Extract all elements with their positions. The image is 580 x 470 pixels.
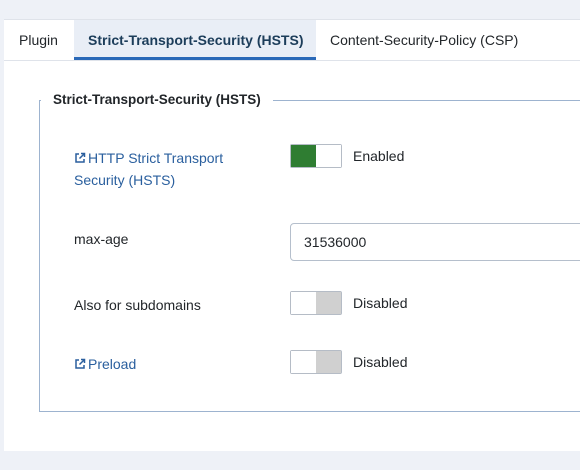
toggle-off-half [316, 292, 341, 314]
toggle-off-half [316, 351, 341, 373]
external-link-icon [75, 358, 86, 369]
subdomains-label: Also for subdomains [74, 297, 201, 313]
toggle-on-half [291, 292, 316, 314]
external-link-icon [75, 152, 86, 163]
preload-label: Preload [74, 353, 136, 375]
tab-bar: Plugin Strict-Transport-Security (HSTS) … [4, 20, 580, 61]
hsts-label-line1: HTTP Strict Transport [88, 150, 224, 166]
preload-help-link[interactable]: Preload [74, 356, 136, 372]
preload-state: Disabled [353, 354, 408, 370]
tab-hsts[interactable]: Strict-Transport-Security (HSTS) [74, 20, 316, 60]
hsts-label-line2: Security (HSTS) [74, 172, 176, 188]
hsts-toggle[interactable] [290, 144, 342, 168]
toggle-on-half [291, 351, 316, 373]
preload-toggle[interactable] [290, 350, 342, 374]
max-age-input[interactable] [290, 223, 580, 261]
toggle-on-half [291, 145, 316, 167]
plugin-settings-card: Plugin Strict-Transport-Security (HSTS) … [4, 19, 580, 451]
max-age-label: max-age [74, 231, 129, 247]
hsts-state: Enabled [353, 148, 405, 164]
preload-label-text: Preload [88, 356, 137, 372]
hsts-help-link[interactable]: HTTP Strict Transport Security (HSTS) [74, 150, 223, 188]
subdomains-state: Disabled [353, 295, 408, 311]
tab-csp[interactable]: Content-Security-Policy (CSP) [316, 20, 518, 60]
fieldset-legend: Strict-Transport-Security (HSTS) [41, 90, 273, 110]
toggle-off-half [316, 145, 341, 167]
hsts-label: HTTP Strict Transport Security (HSTS) [74, 147, 223, 191]
subdomains-toggle[interactable] [290, 291, 342, 315]
tab-plugin[interactable]: Plugin [4, 20, 74, 60]
